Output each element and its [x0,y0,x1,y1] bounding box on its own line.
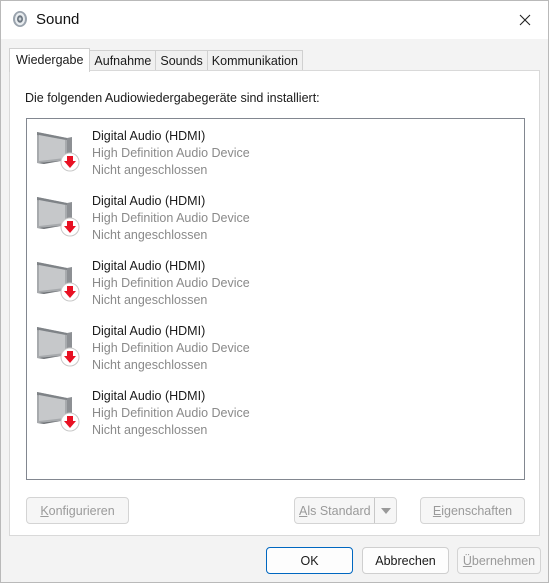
device-name: Digital Audio (HDMI) [92,259,206,273]
list-item[interactable]: Digital Audio (HDMI) High Definition Aud… [27,379,524,439]
tab-kommunikation[interactable]: Kommunikation [207,50,303,72]
device-name: Digital Audio (HDMI) [92,194,206,208]
device-driver: High Definition Audio Device [92,406,250,420]
playback-device-list[interactable]: Digital Audio (HDMI) High Definition Aud… [26,118,525,480]
speaker-disconnected-icon [37,132,80,172]
ok-button[interactable]: OK [266,547,353,574]
device-driver: High Definition Audio Device [92,146,250,160]
speaker-disconnected-icon [37,392,80,432]
set-default-button[interactable]: Als Standard [294,497,397,524]
tab-strip: Wiedergabe Aufnahme Sounds Kommunikation [9,48,303,72]
tab-panel: Die folgenden Audiowiedergabegeräte sind… [9,70,540,536]
device-status: Nicht angeschlossen [92,163,208,177]
list-item[interactable]: Digital Audio (HDMI) High Definition Aud… [27,184,524,244]
close-button[interactable] [502,1,548,39]
properties-button[interactable]: Eigenschaften [420,497,525,524]
configure-label: onfigurieren [48,503,115,518]
device-name: Digital Audio (HDMI) [92,324,206,338]
title-bar: Sound [1,1,548,39]
list-item[interactable]: Digital Audio (HDMI) High Definition Aud… [27,249,524,309]
speaker-disconnected-icon [37,327,80,367]
set-default-label: ls Standard [307,503,371,518]
speaker-app-icon [13,11,27,27]
sound-dialog: Sound Wiedergabe Aufnahme Sounds Kommuni… [0,0,549,583]
speaker-disconnected-icon [37,197,80,237]
properties-mnemonic: E [432,503,442,518]
set-default-mnemonic: A [299,503,308,518]
configure-mnemonic: K [40,503,49,518]
device-driver: High Definition Audio Device [92,341,250,355]
speaker-disconnected-icon [37,262,80,302]
device-list-caption: Die folgenden Audiowiedergabegeräte sind… [25,91,320,105]
tab-wiedergabe[interactable]: Wiedergabe [9,48,91,72]
list-item[interactable]: Digital Audio (HDMI) High Definition Aud… [27,119,524,179]
apply-button[interactable]: Übernehmen [457,547,541,574]
device-status: Nicht angeschlossen [92,358,208,372]
window-title: Sound [36,11,80,28]
list-item[interactable]: Digital Audio (HDMI) High Definition Aud… [27,314,524,374]
device-name: Digital Audio (HDMI) [92,389,206,403]
set-default-dropdown[interactable] [374,498,396,523]
device-name: Digital Audio (HDMI) [92,129,206,143]
device-status: Nicht angeschlossen [92,423,208,437]
device-status: Nicht angeschlossen [92,293,208,307]
tab-aufnahme[interactable]: Aufnahme [90,50,157,72]
apply-mnemonic: Ü [462,553,472,568]
tab-sounds[interactable]: Sounds [156,50,208,72]
apply-label: bernehmen [471,553,536,568]
cancel-button[interactable]: Abbrechen [362,547,449,574]
device-driver: High Definition Audio Device [92,276,250,290]
device-status: Nicht angeschlossen [92,228,208,242]
properties-label: igenschaften [441,503,513,518]
close-icon [519,14,531,26]
configure-button[interactable]: Konfigurieren [26,497,129,524]
chevron-down-icon [380,507,391,514]
device-driver: High Definition Audio Device [92,211,250,225]
